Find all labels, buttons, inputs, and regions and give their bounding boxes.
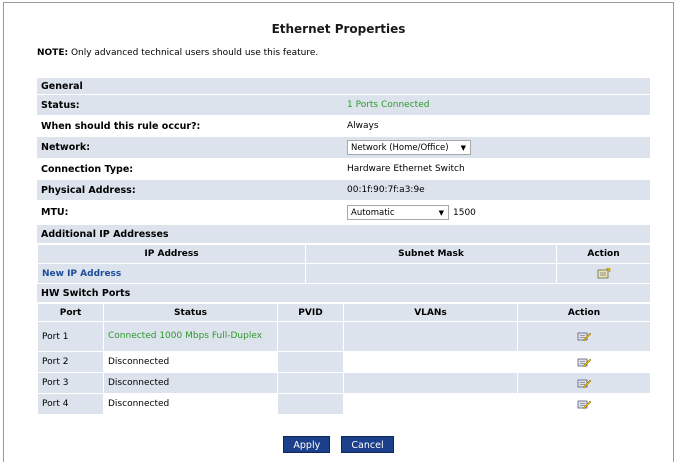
network-label: Network: (41, 142, 91, 153)
rule-label: When should this rule occur?: (41, 120, 201, 132)
chevron-down-icon: ▼ (460, 143, 466, 152)
general-section-label: General (41, 80, 83, 92)
connection-label: Connection Type: (41, 163, 134, 175)
new-ip-row: New IP Address (37, 263, 651, 284)
additional-ip-table: IP Address Subnet Mask Action New IP Add… (37, 244, 651, 284)
port-header: Port (37, 303, 104, 322)
apply-button[interactable]: Apply (283, 436, 331, 453)
action-header: Action (556, 244, 651, 264)
status-row: Status: 1 Ports Connected (37, 95, 650, 116)
note-text: NOTE: Only advanced technical users shou… (37, 48, 318, 58)
network-select-value: Network (Home/Office) (351, 142, 449, 153)
mtu-controls: Automatic ▼ 1500 (347, 201, 476, 224)
network-select[interactable]: Network (Home/Office) ▼ (347, 140, 471, 155)
new-ip-link[interactable]: New IP Address (37, 263, 306, 284)
port-cell: Port 2 (37, 351, 104, 373)
physical-row: Physical Address: 00:1f:90:7f:a3:9e (37, 180, 650, 201)
new-ip-subnet-cell (305, 263, 557, 284)
hw-ports-header-row: Port Status PVID VLANs Action (37, 303, 651, 322)
status-cell: Connected 1000 Mbps Full-Duplex (103, 321, 278, 352)
action-header: Action (517, 303, 651, 322)
physical-value: 00:1f:90:7f:a3:9e (347, 185, 425, 195)
table-row: Port 1 Connected 1000 Mbps Full-Duplex (37, 321, 651, 352)
additional-ip-section-header: Additional IP Addresses (37, 225, 650, 244)
port-cell: Port 4 (37, 393, 104, 415)
mtu-select[interactable]: Automatic ▼ (347, 205, 449, 220)
pvid-cell (277, 372, 344, 394)
cancel-button[interactable]: Cancel (341, 436, 394, 453)
table-row: Port 3 Disconnected (37, 372, 651, 394)
properties-panel: General Status: 1 Ports Connected When s… (37, 78, 651, 415)
rule-value: Always (347, 121, 379, 131)
hw-ports-section-label: HW Switch Ports (41, 287, 131, 299)
action-cell (517, 393, 651, 415)
network-select-wrap: Network (Home/Office) ▼ (347, 137, 471, 158)
status-cell: Disconnected (103, 393, 278, 415)
edit-pencil-icon[interactable] (577, 399, 592, 410)
vlans-cell (343, 321, 518, 352)
table-row: Port 2 Disconnected (37, 351, 651, 373)
status-header: Status (103, 303, 278, 322)
vlans-cell (343, 372, 518, 394)
mtu-row: MTU: Automatic ▼ 1500 (37, 201, 650, 225)
note-prefix: NOTE: (37, 48, 69, 58)
status-cell: Disconnected (103, 351, 278, 373)
pvid-header: PVID (277, 303, 344, 322)
hw-ports-table: Port Status PVID VLANs Action Port 1 Con… (37, 303, 651, 415)
vlans-header: VLANs (343, 303, 518, 322)
edit-pencil-icon[interactable] (577, 331, 592, 342)
pvid-cell (277, 351, 344, 373)
mtu-value: 1500 (453, 207, 476, 218)
mtu-select-value: Automatic (351, 207, 395, 218)
table-row: Port 4 Disconnected (37, 393, 651, 415)
hw-ports-section-header: HW Switch Ports (37, 284, 650, 303)
action-cell (517, 372, 651, 394)
additional-ip-section-label: Additional IP Addresses (41, 228, 169, 240)
status-cell: Disconnected (103, 372, 278, 394)
new-ip-action-cell (556, 263, 651, 284)
status-label: Status: (41, 99, 80, 111)
rule-row: When should this rule occur?: Always (37, 116, 650, 137)
vlans-cell (343, 351, 518, 373)
additional-ip-header-row: IP Address Subnet Mask Action (37, 244, 651, 264)
edit-pencil-icon[interactable] (577, 378, 592, 389)
physical-label: Physical Address: (41, 184, 136, 196)
button-bar: Apply Cancel (0, 436, 677, 453)
subnet-mask-header: Subnet Mask (305, 244, 557, 264)
mtu-label: MTU: (41, 207, 69, 218)
action-cell (517, 351, 651, 373)
ip-address-header: IP Address (37, 244, 306, 264)
vlans-cell (343, 393, 518, 415)
chevron-down-icon: ▼ (438, 208, 444, 217)
general-section-header: General (37, 78, 650, 95)
action-cell (517, 321, 651, 352)
pvid-cell (277, 393, 344, 415)
page-title: Ethernet Properties (271, 22, 406, 36)
connection-value: Hardware Ethernet Switch (347, 164, 465, 174)
status-value: 1 Ports Connected (347, 100, 430, 110)
edit-pencil-icon[interactable] (577, 357, 592, 368)
note-body: Only advanced technical users should use… (68, 48, 319, 58)
port-cell: Port 1 (37, 321, 104, 352)
new-entry-icon[interactable] (597, 267, 611, 279)
port-cell: Port 3 (37, 372, 104, 394)
pvid-cell (277, 321, 344, 352)
connection-row: Connection Type: Hardware Ethernet Switc… (37, 159, 650, 180)
network-row: Network: Network (Home/Office) ▼ (37, 137, 650, 159)
